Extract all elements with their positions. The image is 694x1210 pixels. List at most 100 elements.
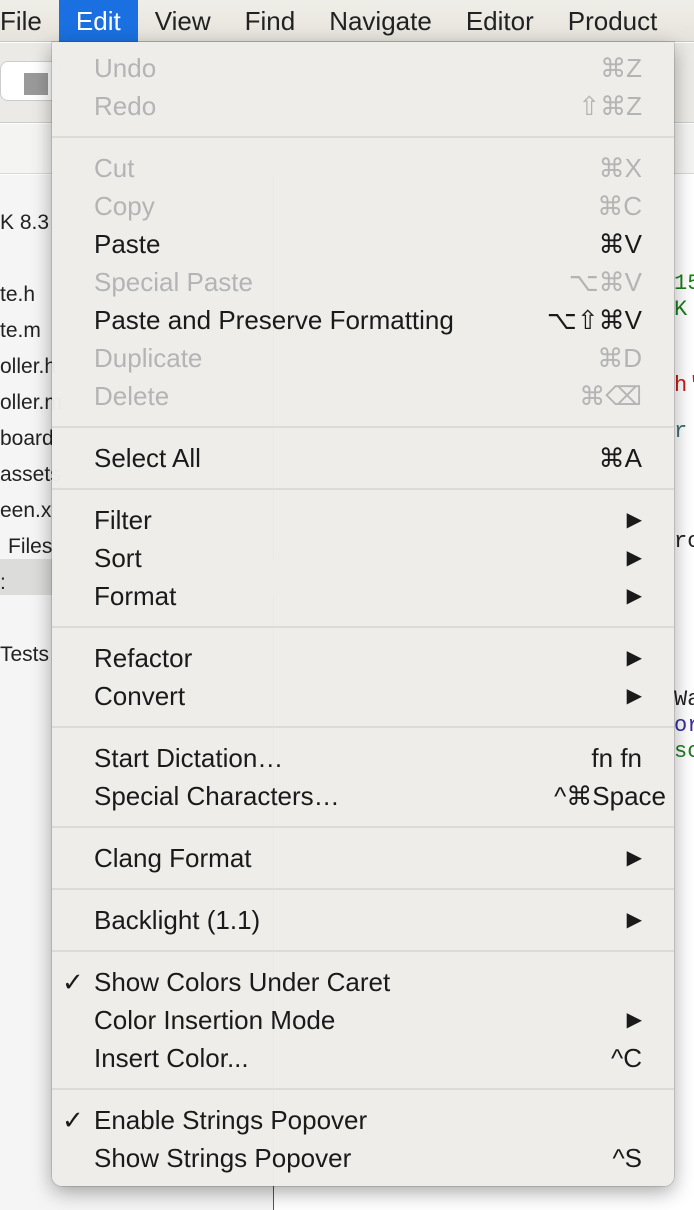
menu-item-special-paste[interactable]: Special Paste ⌥⌘V — [52, 263, 674, 301]
menu-item-convert[interactable]: Convert ▶ — [52, 677, 674, 715]
menu-item-label: Copy — [94, 191, 155, 221]
shortcut-label: ⌥⌘V — [568, 267, 642, 297]
menubar-item-edit[interactable]: Edit — [58, 0, 138, 42]
shortcut-label: ^C — [611, 1043, 642, 1073]
shortcut-label: ⇧⌘Z — [578, 91, 642, 121]
sidebar-item[interactable]: te.m — [0, 319, 41, 343]
sidebar-item[interactable]: te.h — [0, 283, 35, 307]
menu-item-start-dictation[interactable]: Start Dictation… fn fn — [52, 739, 674, 777]
menu-item-paste[interactable]: Paste ⌘V — [52, 225, 674, 263]
menu-item-label: Paste and Preserve Formatting — [94, 305, 454, 335]
menu-item-delete[interactable]: Delete ⌘⌫ — [52, 377, 674, 415]
menu-item-label: Delete — [94, 381, 170, 411]
submenu-arrow-icon: ▶ — [626, 509, 642, 531]
checkmark-icon: ✓ — [62, 1105, 84, 1135]
menu-item-label: Format — [94, 581, 177, 611]
submenu-arrow-icon: ▶ — [626, 647, 642, 669]
submenu-arrow-icon: ▶ — [626, 547, 642, 569]
menubar-item-view[interactable]: View — [138, 0, 228, 42]
menu-separator — [52, 615, 674, 639]
code-fragment: or — [674, 713, 694, 738]
menubar-item-file[interactable]: File — [0, 0, 59, 42]
menu-item-refactor[interactable]: Refactor ▶ — [52, 639, 674, 677]
checkmark-icon: ✓ — [62, 967, 84, 997]
menu-separator — [52, 939, 674, 963]
menu-item-label: Show Strings Popover — [94, 1143, 352, 1173]
menu-separator — [52, 877, 674, 901]
menu-separator — [52, 477, 674, 501]
menu-separator — [52, 1077, 674, 1101]
sidebar-item[interactable]: : — [0, 571, 6, 595]
sidebar-item[interactable]: K 8.3 — [0, 211, 49, 235]
menu-item-copy[interactable]: Copy ⌘C — [52, 187, 674, 225]
menu-item-label: Filter — [94, 505, 152, 535]
sidebar-item[interactable]: oller.h — [0, 355, 56, 379]
edit-menu: Undo ⌘Z Redo ⇧⌘Z Cut ⌘X Copy ⌘C Paste ⌘V Special P… — [52, 42, 674, 1186]
menu-item-paste-and-preserve-formatting[interactable]: Paste and Preserve Formatting ⌥⇧⌘V — [52, 301, 674, 339]
menubar-item-find[interactable]: Find — [228, 0, 313, 42]
shortcut-label: ⌘C — [597, 191, 642, 221]
submenu-arrow-icon: ▶ — [626, 847, 642, 869]
menu-item-special-characters[interactable]: Special Characters… ^⌘Space — [52, 777, 674, 815]
menu-item-label: Special Characters… — [94, 781, 340, 811]
submenu-arrow-icon: ▶ — [626, 909, 642, 931]
shortcut-label: ⌘A — [598, 443, 642, 473]
submenu-arrow-icon: ▶ — [626, 585, 642, 607]
menu-item-label: Refactor — [94, 643, 193, 673]
shortcut-label: ^⌘Space — [554, 781, 666, 811]
menu-item-label: Insert Color... — [94, 1043, 249, 1073]
menu-item-select-all[interactable]: Select All ⌘A — [52, 439, 674, 477]
menu-item-redo[interactable]: Redo ⇧⌘Z — [52, 87, 674, 125]
menu-item-show-colors-under-caret[interactable]: ✓ Show Colors Under Caret — [52, 963, 674, 1001]
menu-item-filter[interactable]: Filter ▶ — [52, 501, 674, 539]
menu-item-cut[interactable]: Cut ⌘X — [52, 149, 674, 187]
menu-item-label: Sort — [94, 543, 142, 573]
code-fragment: Wa — [674, 687, 694, 712]
menu-item-label: Show Colors Under Caret — [94, 967, 391, 997]
sidebar-item[interactable]: een.x — [0, 499, 51, 523]
shortcut-label: ⌘D — [597, 343, 642, 373]
menu-item-label: Select All — [94, 443, 201, 473]
shortcut-label: fn fn — [591, 743, 642, 773]
code-fragment: sc — [674, 739, 694, 764]
menu-item-label: Start Dictation… — [94, 743, 284, 773]
menu-item-backlight-1-1[interactable]: Backlight (1.1) ▶ — [52, 901, 674, 939]
code-fragment: ro — [674, 529, 694, 554]
shortcut-label: ⌥⇧⌘V — [546, 305, 642, 335]
menubar-item-navigate[interactable]: Navigate — [312, 0, 449, 42]
menu-item-enable-strings-popover[interactable]: ✓ Enable Strings Popover — [52, 1101, 674, 1139]
sidebar-item[interactable]: Files — [8, 535, 52, 559]
menu-item-label: Special Paste — [94, 267, 253, 297]
submenu-arrow-icon: ▶ — [626, 685, 642, 707]
sidebar-item[interactable]: board — [0, 427, 54, 451]
menu-bar: File Edit View Find Navigate Editor Product — [0, 0, 694, 42]
stop-icon[interactable] — [24, 73, 48, 95]
menu-item-label: Clang Format — [94, 843, 252, 873]
submenu-arrow-icon: ▶ — [626, 1009, 642, 1031]
menu-item-show-strings-popover[interactable]: Show Strings Popover ^S — [52, 1139, 674, 1177]
menu-item-label: Convert — [94, 681, 186, 711]
menu-separator — [52, 125, 674, 149]
menu-item-label: Duplicate — [94, 343, 203, 373]
menubar-item-editor[interactable]: Editor — [449, 0, 551, 42]
shortcut-label: ⌘⌫ — [579, 381, 642, 411]
menu-separator — [52, 815, 674, 839]
menu-item-color-insertion-mode[interactable]: Color Insertion Mode ▶ — [52, 1001, 674, 1039]
menu-item-format[interactable]: Format ▶ — [52, 577, 674, 615]
code-fragment: r — [674, 419, 688, 444]
code-fragment: 15 — [674, 271, 694, 296]
menu-item-clang-format[interactable]: Clang Format ▶ — [52, 839, 674, 877]
menubar-item-product[interactable]: Product — [551, 0, 675, 42]
shortcut-label: ⌘X — [598, 153, 642, 183]
menu-item-insert-color[interactable]: Insert Color... ^C — [52, 1039, 674, 1077]
menu-item-label: Undo — [94, 53, 157, 83]
code-fragment: h' — [674, 373, 694, 398]
menu-item-undo[interactable]: Undo ⌘Z — [52, 49, 674, 87]
menu-item-label: Color Insertion Mode — [94, 1005, 336, 1035]
menu-item-label: Cut — [94, 153, 135, 183]
sidebar-item[interactable]: Tests — [0, 643, 49, 667]
menu-separator — [52, 415, 674, 439]
menu-item-duplicate[interactable]: Duplicate ⌘D — [52, 339, 674, 377]
menu-separator — [52, 715, 674, 739]
menu-item-sort[interactable]: Sort ▶ — [52, 539, 674, 577]
